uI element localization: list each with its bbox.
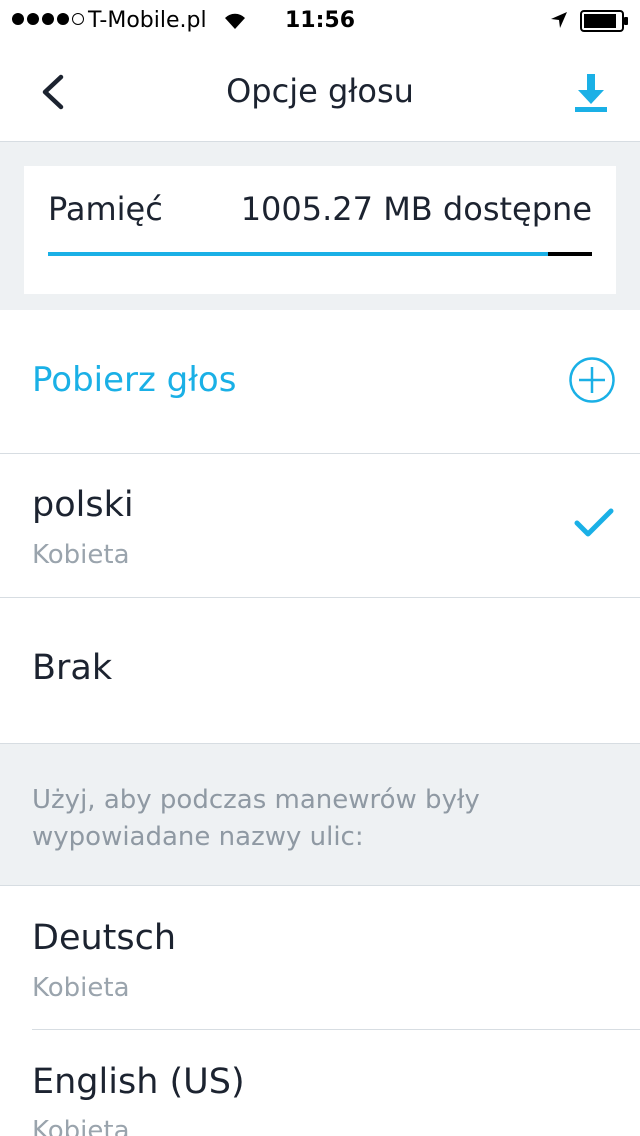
street-names-info-section: Użyj, aby podczas manewrów były wypowiad… [0, 743, 640, 886]
memory-section: Pamięć 1005.27 MB dostępne [0, 142, 640, 310]
battery-icon [580, 10, 630, 38]
checkmark-icon [574, 507, 614, 543]
voice-row-polski[interactable]: polski Kobieta [0, 455, 640, 598]
voice-name: English (US) [32, 1062, 245, 1102]
location-arrow-icon [549, 10, 569, 36]
memory-card: Pamięć 1005.27 MB dostępne [24, 166, 616, 294]
voice-name: Brak [32, 648, 113, 688]
navigation-bar: Opcje głosu [0, 40, 640, 142]
download-icon [575, 74, 607, 112]
download-button[interactable] [564, 66, 618, 120]
voice-name: Deutsch [32, 918, 177, 958]
memory-progress-fill [48, 252, 549, 256]
street-voice-row-deutsch[interactable]: Deutsch Kobieta [0, 886, 640, 1029]
plus-circle-icon[interactable] [568, 356, 616, 408]
voice-row-none[interactable]: Brak [0, 598, 640, 743]
memory-label: Pamięć [48, 190, 163, 228]
download-voice-row[interactable]: Pobierz głos [0, 310, 640, 454]
voice-name: polski [32, 485, 134, 525]
status-time: 11:56 [284, 8, 356, 33]
download-voice-label: Pobierz głos [32, 360, 237, 400]
voice-gender: Kobieta [32, 973, 130, 1003]
page-title: Opcje głosu [226, 72, 414, 110]
voice-gender: Kobieta [32, 540, 130, 570]
voice-gender: Kobieta [32, 1116, 130, 1136]
memory-progress-bar [48, 252, 592, 256]
street-voice-row-english-us[interactable]: English (US) Kobieta [0, 1030, 640, 1136]
street-names-info-text: Użyj, aby podczas manewrów były wypowiad… [32, 785, 480, 852]
status-bar: T-Mobile.pl 11:56 [0, 0, 640, 40]
memory-available-value: 1005.27 MB dostępne [240, 190, 592, 228]
